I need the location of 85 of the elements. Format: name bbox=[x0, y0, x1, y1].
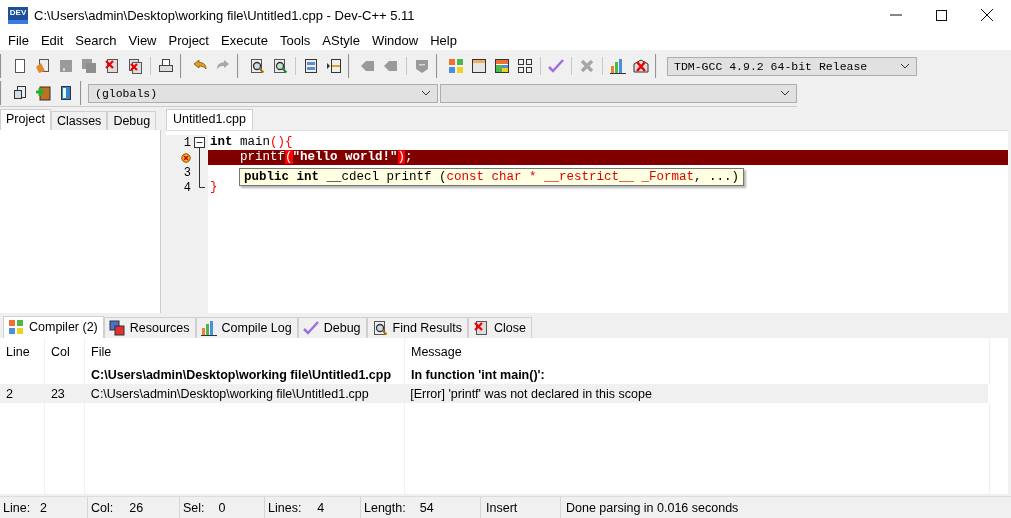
menu-item[interactable]: Project bbox=[162, 32, 215, 48]
close-icon[interactable] bbox=[981, 9, 993, 21]
panel-tab[interactable]: Classes bbox=[50, 111, 108, 130]
line-number: 4 bbox=[183, 180, 191, 195]
grid-icon[interactable] bbox=[517, 58, 533, 74]
status-label: Sel: bbox=[183, 500, 205, 515]
printer-icon[interactable] bbox=[158, 58, 174, 74]
bar-chart-icon[interactable] bbox=[610, 58, 626, 74]
search-icon bbox=[371, 320, 388, 336]
status-value: 54 bbox=[419, 500, 434, 515]
code-line: } bbox=[210, 180, 218, 194]
table-cell: C:\Users\admin\Desktop\working file\Untitled1.cpp bbox=[91, 367, 392, 382]
column-header[interactable]: Line bbox=[0, 338, 45, 365]
menu-item[interactable]: Help bbox=[424, 32, 463, 48]
chevron-icon bbox=[900, 63, 910, 69]
table-cell: C:\Users\admin\Desktop\working file\Untitled1.cpp bbox=[90, 386, 369, 401]
bar-chart-icon bbox=[200, 320, 217, 336]
code-editor[interactable]: 1 3 4 int main(){ printf("hello world!"); } public int __cdecl printf (const char * __restrict__ _Format, ...) bbox=[166, 130, 1008, 313]
colored-grid-icon[interactable] bbox=[448, 58, 464, 74]
bookmark-icon[interactable] bbox=[326, 58, 342, 74]
menu-item[interactable]: Tools bbox=[273, 32, 317, 48]
menu-item[interactable]: View bbox=[122, 32, 163, 48]
status-message: Done parsing in 0.016 seconds bbox=[566, 500, 739, 515]
panel-tab[interactable]: Debug bbox=[107, 111, 157, 130]
code-line: printf("hello world!"); bbox=[239, 150, 413, 164]
window-title: C:\Users\admin\Desktop\working file\Untitled1.cpp - Dev-C++ 5.11 bbox=[34, 7, 416, 23]
code-line: int main(){ bbox=[210, 135, 293, 149]
menu-item[interactable]: Execute bbox=[215, 32, 274, 48]
search-icon[interactable] bbox=[249, 58, 265, 74]
table-cell: [Error] 'printf' was not declared in this scope bbox=[410, 386, 652, 401]
menu-item[interactable]: Search bbox=[69, 32, 123, 48]
chevron-icon bbox=[421, 90, 431, 96]
window-icon[interactable] bbox=[471, 58, 487, 74]
page-icon[interactable] bbox=[12, 58, 28, 74]
close-file-icon bbox=[473, 320, 490, 336]
folder-icon[interactable] bbox=[35, 58, 51, 74]
panel-tab[interactable]: Project bbox=[0, 109, 51, 130]
delete-icon[interactable] bbox=[633, 58, 649, 74]
status-value: 0 bbox=[218, 500, 226, 515]
table-cell: 2 bbox=[6, 386, 13, 401]
status-mode: Insert bbox=[486, 500, 518, 515]
window-icon[interactable] bbox=[12, 85, 28, 101]
table-cell: 23 bbox=[50, 386, 65, 401]
fold-marker-drawing[interactable] bbox=[194, 135, 206, 189]
panel-tab[interactable]: Resources bbox=[103, 317, 196, 338]
status-label: Length: bbox=[364, 500, 406, 515]
squares-icon bbox=[108, 320, 125, 336]
status-value: 2 bbox=[40, 500, 48, 515]
checkmark-icon bbox=[302, 320, 319, 336]
file-tab[interactable]: Untitled1.cpp bbox=[166, 109, 253, 130]
panel-tab[interactable]: Debug bbox=[297, 317, 367, 338]
status-value: 26 bbox=[129, 500, 144, 515]
close-files-icon[interactable] bbox=[127, 58, 143, 74]
status-label: Col: bbox=[91, 500, 114, 515]
search-replace-icon[interactable] bbox=[272, 58, 288, 74]
panel-tab[interactable]: Close bbox=[468, 317, 532, 338]
status-label: Lines: bbox=[268, 500, 302, 515]
column-header[interactable]: File bbox=[85, 338, 405, 365]
chevron-icon bbox=[780, 90, 790, 96]
window-icon[interactable] bbox=[303, 58, 319, 74]
menu-item[interactable]: Edit bbox=[34, 32, 70, 48]
line-number: 1 bbox=[183, 135, 191, 150]
maximize-icon[interactable] bbox=[936, 9, 947, 21]
close-file-icon[interactable] bbox=[104, 58, 120, 74]
menu-item[interactable]: Window bbox=[365, 32, 425, 48]
menu-item[interactable]: File bbox=[2, 32, 35, 48]
menu-item[interactable]: AStyle bbox=[316, 32, 366, 48]
checkmark-icon[interactable] bbox=[548, 58, 564, 74]
table-cell: In function 'int main()': bbox=[411, 367, 545, 382]
panel-tab[interactable]: Find Results bbox=[366, 317, 469, 338]
colored-grid-icon[interactable] bbox=[494, 58, 510, 74]
add-icon[interactable] bbox=[35, 85, 51, 101]
app-logo: DEV bbox=[8, 6, 28, 24]
column-header[interactable]: Col bbox=[45, 338, 85, 365]
panel-tab[interactable]: Compile Log bbox=[195, 317, 298, 338]
line-number: 3 bbox=[183, 165, 191, 180]
colored-grid-icon bbox=[8, 319, 24, 335]
signature-tooltip: public int __cdecl printf (const char * __restrict__ _Format, ...) bbox=[239, 168, 745, 186]
scope-dropdown[interactable]: (globals) bbox=[88, 83, 438, 103]
compiler-dropdown[interactable]: TDM-GCC 4.9.2 64-bit Release bbox=[667, 56, 917, 76]
status-label: Line: bbox=[3, 500, 31, 515]
book-icon[interactable] bbox=[58, 85, 74, 101]
panel-tab[interactable]: Compiler (2) bbox=[3, 316, 104, 338]
status-value: 4 bbox=[317, 500, 325, 515]
column-header[interactable]: Message bbox=[405, 338, 990, 365]
